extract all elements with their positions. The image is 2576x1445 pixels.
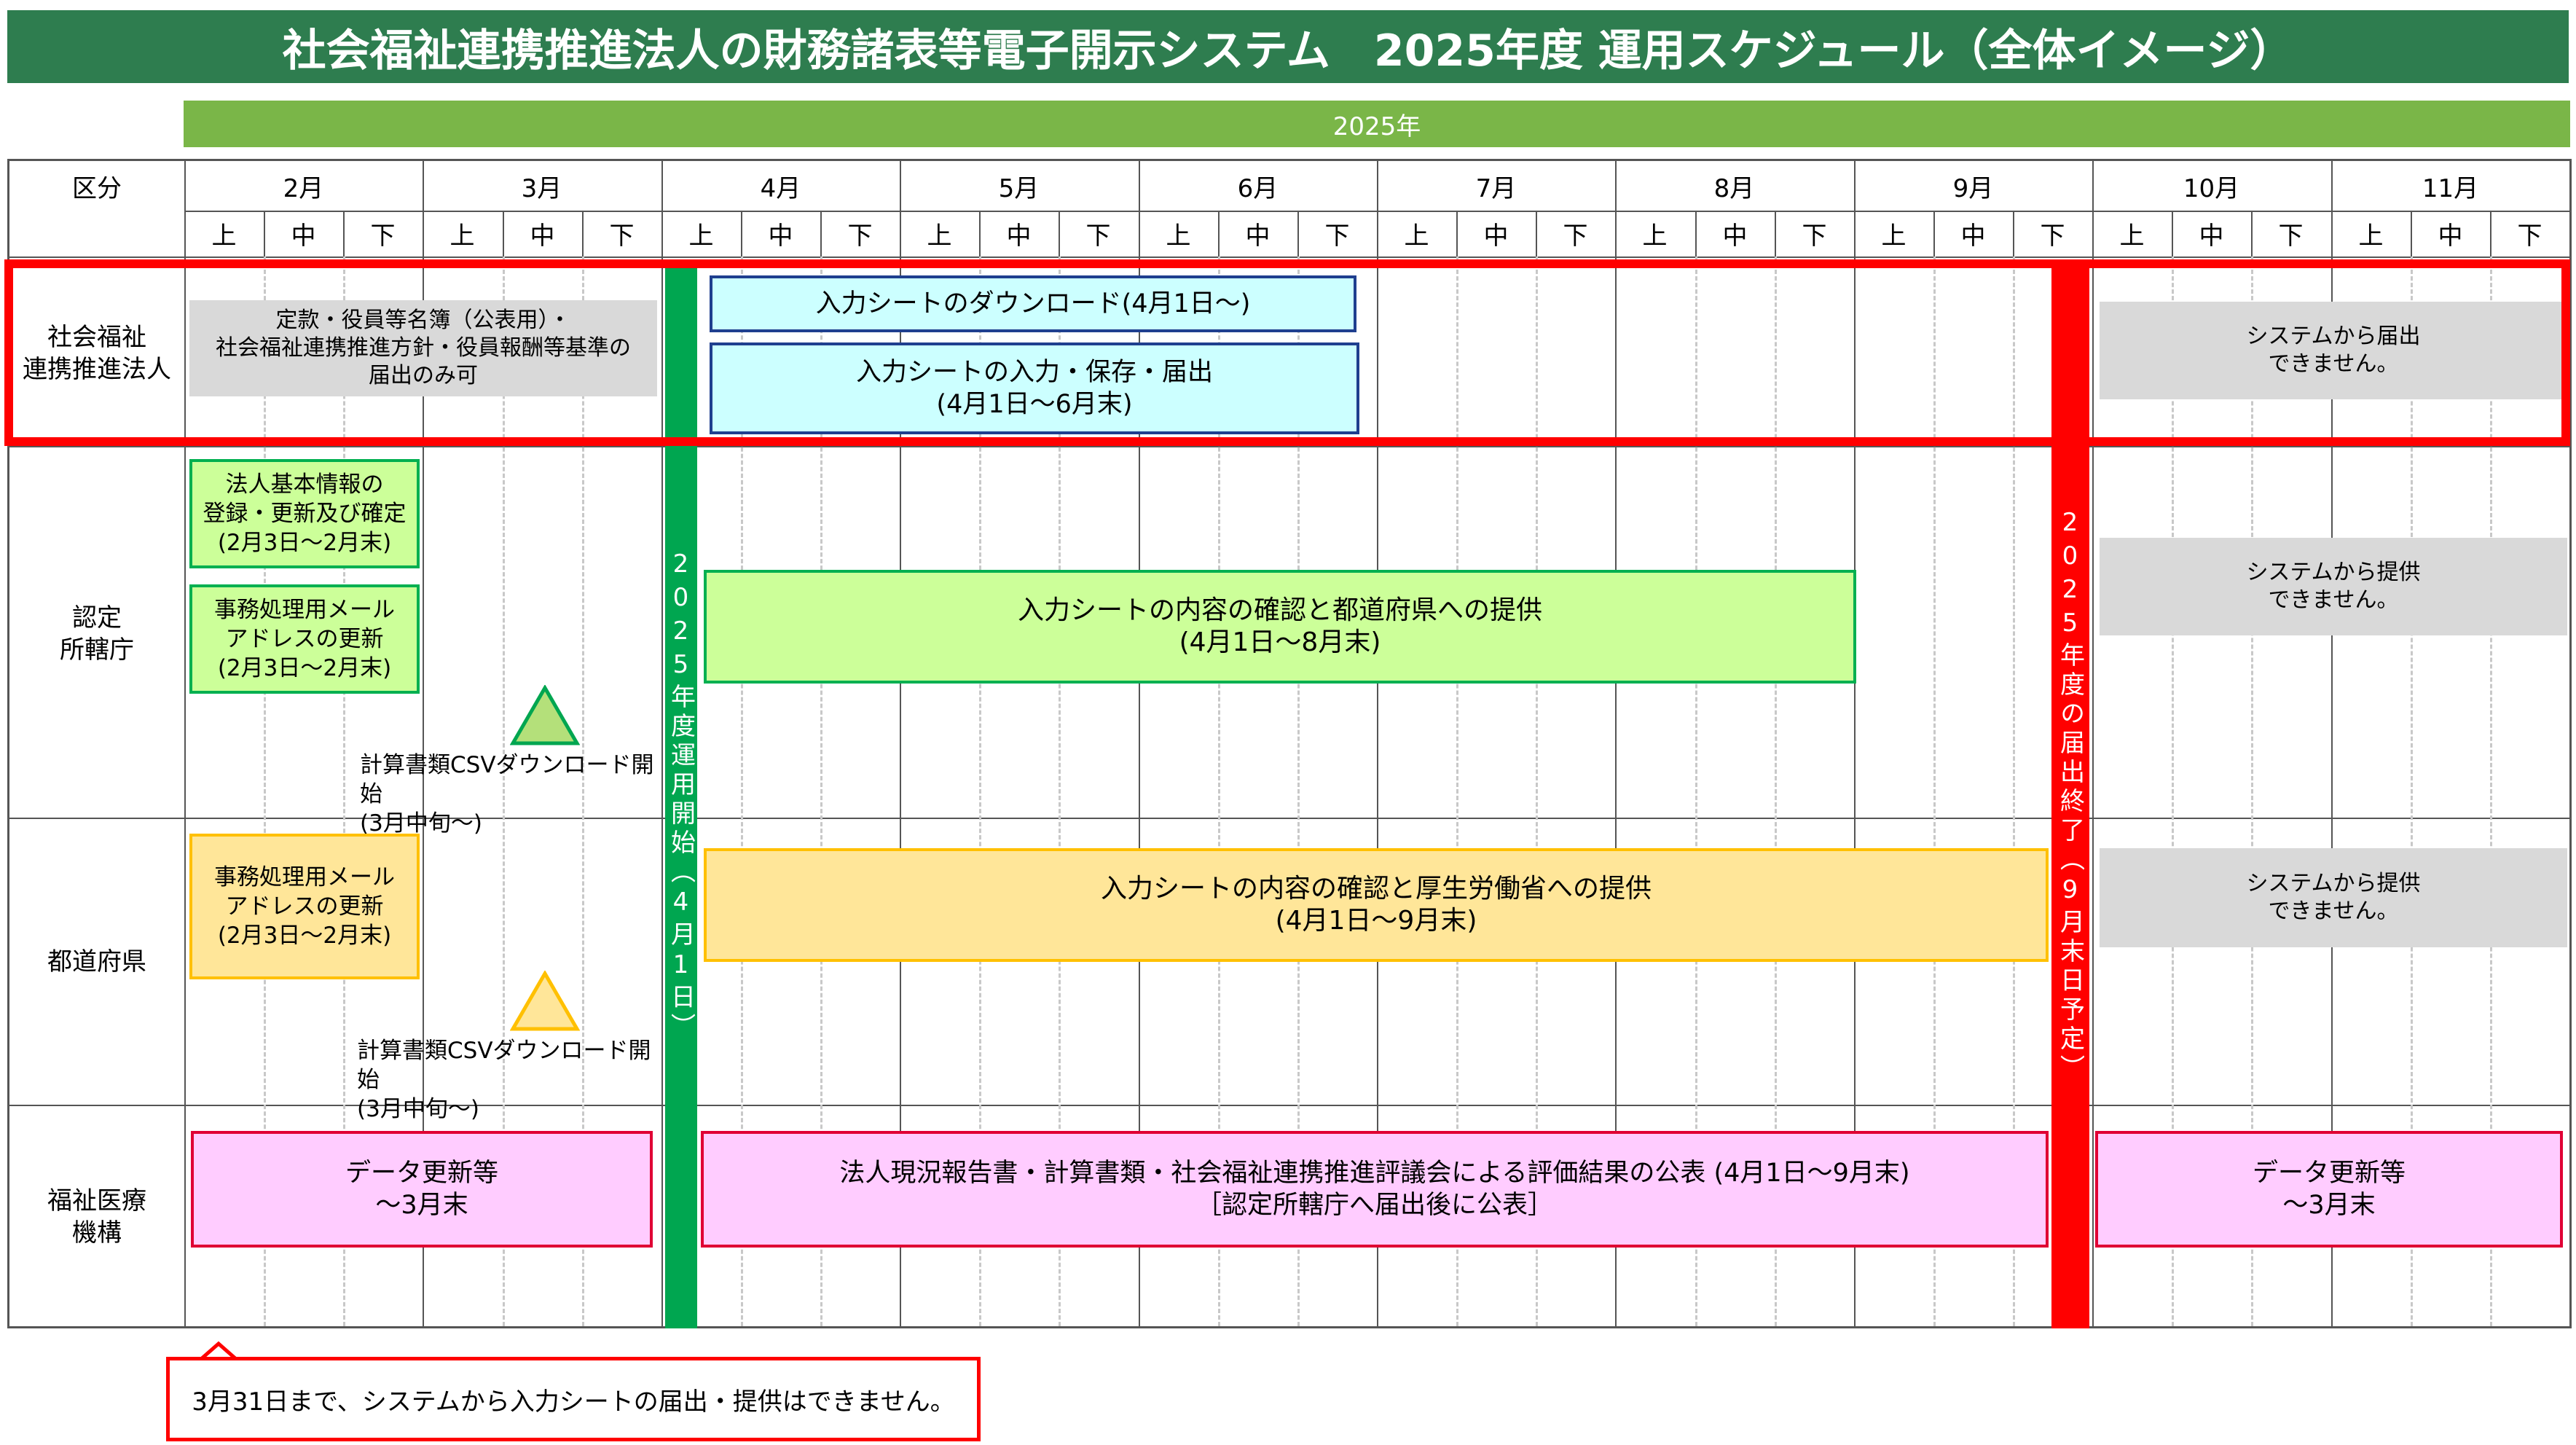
auth-basic-info-box: 法人基本情報の 登録・更新及び確定 (2月3日～2月末) — [189, 459, 420, 568]
pref-mail-update-box: 事務処理用メール アドレスの更新 (2月3日～2月末) — [189, 834, 420, 979]
pref-csv-triangle-icon — [510, 971, 580, 1031]
row-label-authority: 認定 所轄庁 — [60, 603, 134, 665]
auth-csv-label: 計算書類CSVダウンロード開始 (3月中旬～) — [360, 752, 654, 837]
wam-pre-box: データ更新等 ～3月末 — [191, 1131, 653, 1248]
note-callout: 3月31日まで、システムから入力シートの届出・提供はできません。 — [166, 1357, 981, 1441]
auth-main-box: 入力シートの内容の確認と都道府県への提供 (4月1日～8月末) — [704, 570, 1856, 684]
row-label-wam: 福祉医療 機構 — [47, 1186, 146, 1248]
category-header: 区分 — [72, 173, 122, 203]
pref-main-box: 入力シートの内容の確認と厚生労働省への提供 (4月1日～9月末) — [704, 848, 2049, 962]
auth-after-box: システムから提供 できません。 — [2100, 538, 2567, 635]
wam-after-box: データ更新等 ～3月末 — [2095, 1131, 2563, 1248]
auth-csv-triangle-icon — [510, 685, 580, 745]
start-milestone-label: 2025年度運用開始（4月1日） — [666, 549, 696, 1042]
pref-after-box: システムから提供 できません。 — [2100, 848, 2567, 947]
wam-main-box: 法人現況報告書・計算書類・社会福祉連携推進評議会による評価結果の公表 (4月1日… — [701, 1131, 2049, 1248]
row-label-prefecture: 都道府県 — [47, 947, 146, 976]
end-milestone-label: 2025年度の届出終了（9月末日予定） — [2055, 507, 2085, 1084]
corporation-row-highlight — [4, 259, 2570, 446]
pref-csv-label: 計算書類CSVダウンロード開始 (3月中旬～) — [357, 1038, 651, 1122]
year-banner: 2025年 — [184, 101, 2570, 147]
auth-mail-update-box: 事務処理用メール アドレスの更新 (2月3日～2月末) — [189, 584, 420, 694]
page-title: 社会福祉連携推進法人の財務諸表等電子開示システム 2025年度 運用スケジュール… — [7, 10, 2569, 83]
